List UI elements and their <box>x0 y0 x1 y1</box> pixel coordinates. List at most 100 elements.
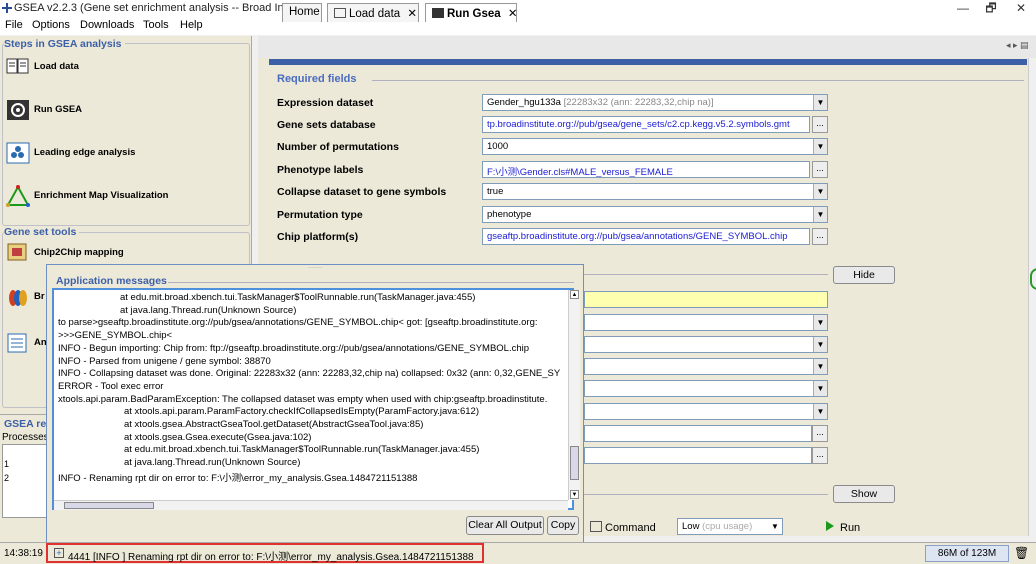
basic-browse-button[interactable]: ... <box>812 425 828 442</box>
maximize-button[interactable]: 🗗 <box>976 0 1006 17</box>
required-fields-title: Required fields <box>277 73 357 85</box>
gene-sets-browse-button[interactable]: ... <box>812 116 828 133</box>
required-fields-divider <box>372 80 1024 81</box>
basic-field-6[interactable] <box>584 425 812 442</box>
permutations-value: 1000 <box>487 141 509 152</box>
step-run-gsea[interactable]: Run GSEA <box>6 95 246 125</box>
tab-load-data[interactable]: Load data ✕ <box>327 3 419 22</box>
clear-all-output-button[interactable]: Clear All Output <box>466 516 544 535</box>
cpu-usage-select[interactable]: Low (cpu usage) ▼ <box>677 518 783 535</box>
basic-field-7[interactable] <box>584 447 812 464</box>
hide-button[interactable]: Hide <box>833 266 895 284</box>
tool-chip2chip-label: Chip2Chip mapping <box>34 247 124 258</box>
basic-browse-button-2[interactable]: ... <box>812 447 828 464</box>
message-line: ERROR - Tool exec error <box>58 380 164 392</box>
tab-home[interactable]: Home <box>282 3 322 22</box>
basic-select-3[interactable]: ▼ <box>584 358 828 375</box>
gene-sets-database-field[interactable]: tp.broadinstitute.org://pub/gsea/gene_se… <box>482 116 810 133</box>
chevron-down-icon[interactable]: ▼ <box>813 381 827 396</box>
messages-divider <box>168 282 574 283</box>
close-button[interactable]: ✕ <box>1006 0 1036 17</box>
browser-icon <box>9 290 27 306</box>
tab-strip <box>258 36 1036 58</box>
messages-log[interactable]: at edu.mit.broad.xbench.tui.TaskManager$… <box>52 288 574 510</box>
step-load-data-label: Load data <box>34 61 79 72</box>
analysis-name-field[interactable] <box>584 291 828 308</box>
basic-select-5[interactable]: ▼ <box>584 403 828 420</box>
enrichment-map-icon <box>6 185 30 207</box>
chevron-down-icon[interactable]: ▼ <box>813 139 827 154</box>
chevron-down-icon[interactable]: ▼ <box>813 95 827 110</box>
menu-file[interactable]: File <box>5 19 23 31</box>
chip-platform-label: Chip platform(s) <box>277 231 359 243</box>
chevron-down-icon[interactable]: ▼ <box>813 207 827 222</box>
chip-platform-field[interactable]: gseaftp.broadinstitute.org://pub/gsea/an… <box>482 228 810 245</box>
step-enrichment-map[interactable]: Enrichment Map Visualization <box>6 181 246 211</box>
copy-button[interactable]: Copy <box>547 516 579 535</box>
trash-icon[interactable]: 🗑 <box>1014 546 1029 560</box>
gene-sets-database-label: Gene sets database <box>277 119 376 131</box>
message-line: to parse>gseaftp.broadinstitute.org://pu… <box>58 317 538 329</box>
step-leading-edge[interactable]: Leading edge analysis <box>6 138 246 168</box>
message-line: at xtools.gsea.AbstractGseaTool.getDatas… <box>124 419 424 430</box>
window-title: GSEA v2.2.3 (Gene set enrichment analysi… <box>14 2 317 14</box>
basic-select-4[interactable]: ▼ <box>584 380 828 397</box>
basic-select-1[interactable]: ▼ <box>584 314 828 331</box>
collapse-dataset-select[interactable]: true ▼ <box>482 183 828 200</box>
cpu-usage-hint: (cpu usage) <box>702 521 753 532</box>
menu-help[interactable]: Help <box>180 19 203 31</box>
menu-options[interactable]: Options <box>32 19 70 31</box>
phenotype-labels-field[interactable]: F:\小测\Gender.cls#MALE_versus_FEMALE <box>482 161 810 178</box>
minimize-button[interactable]: — <box>948 0 978 17</box>
expression-dataset-value: Gender_hgu133a <box>487 97 561 108</box>
step-load-data[interactable]: Load data <box>6 52 246 82</box>
chevron-down-icon[interactable]: ▼ <box>813 404 827 419</box>
status-time: 14:38:19 <box>4 548 43 559</box>
run-button[interactable]: Run <box>840 522 860 534</box>
expand-icon[interactable]: + <box>54 548 64 558</box>
processes-table <box>2 444 50 518</box>
main-vertical-scrollbar[interactable] <box>1028 58 1036 536</box>
message-line: at java.lang.Thread.run(Unknown Source) <box>120 304 297 316</box>
processes-header: Processes <box>2 432 49 443</box>
tab-run-gsea[interactable]: Run Gsea ✕ <box>425 3 518 22</box>
gsea-app-icon <box>2 3 12 13</box>
tab-scroll-arrows-icon[interactable]: ◂ ▸ ▤ <box>1006 40 1029 51</box>
chevron-down-icon[interactable]: ▼ <box>813 315 827 330</box>
chip-platform-value: gseaftp.broadinstitute.org://pub/gsea/an… <box>487 231 788 242</box>
chevron-down-icon[interactable]: ▼ <box>813 337 827 352</box>
run-gsea-icon <box>7 100 29 120</box>
chevron-down-icon[interactable]: ▼ <box>813 184 827 199</box>
expression-dataset-select[interactable]: Gender_hgu133a [22283x32 (ann: 22283,32,… <box>482 94 828 111</box>
advanced-fields-divider <box>584 494 828 495</box>
permutations-select[interactable]: 1000 ▼ <box>482 138 828 155</box>
menu-tools[interactable]: Tools <box>143 19 169 31</box>
messages-vertical-scrollbar[interactable]: ▲ ▼ <box>568 290 580 500</box>
messages-horizontal-scrollbar[interactable] <box>54 500 568 510</box>
show-button[interactable]: Show <box>833 485 895 503</box>
process-row-2[interactable]: 2 <box>4 473 9 483</box>
expression-dataset-hint: [22283x32 (ann: 22283,32,chip na)] <box>563 97 714 108</box>
tab-home-label: Home <box>289 6 320 18</box>
basic-select-2[interactable]: ▼ <box>584 336 828 353</box>
step-leading-edge-label: Leading edge analysis <box>34 147 136 158</box>
close-tab-icon[interactable]: ✕ <box>508 8 518 20</box>
phenotype-browse-button[interactable]: ... <box>812 161 828 178</box>
status-message-box[interactable]: + 4441 [INFO ] Renaming rpt dir on error… <box>46 543 484 563</box>
close-tab-icon[interactable]: ✕ <box>407 8 417 20</box>
chevron-down-icon[interactable]: ▼ <box>813 359 827 374</box>
permutation-type-select[interactable]: phenotype ▼ <box>482 206 828 223</box>
permutation-type-value: phenotype <box>487 209 532 220</box>
memory-usage: 86M of 123M <box>925 545 1009 562</box>
menu-downloads[interactable]: Downloads <box>80 19 134 31</box>
message-line: INFO - Begun importing: Chip from: ftp:/… <box>58 342 530 354</box>
chevron-down-icon[interactable]: ▼ <box>768 519 782 534</box>
dialog-drag-handle[interactable]: ······· <box>48 265 582 272</box>
chip-platform-browse-button[interactable]: ... <box>812 228 828 245</box>
process-row-1[interactable]: 1 <box>4 459 9 469</box>
command-icon <box>590 521 602 532</box>
run-icon[interactable] <box>826 521 834 531</box>
message-line: >>>GENE_SYMBOL.chip< <box>58 330 173 342</box>
message-line: INFO - Renaming rpt dir on error to: F:\… <box>58 472 418 484</box>
command-button[interactable]: Command <box>605 522 656 534</box>
